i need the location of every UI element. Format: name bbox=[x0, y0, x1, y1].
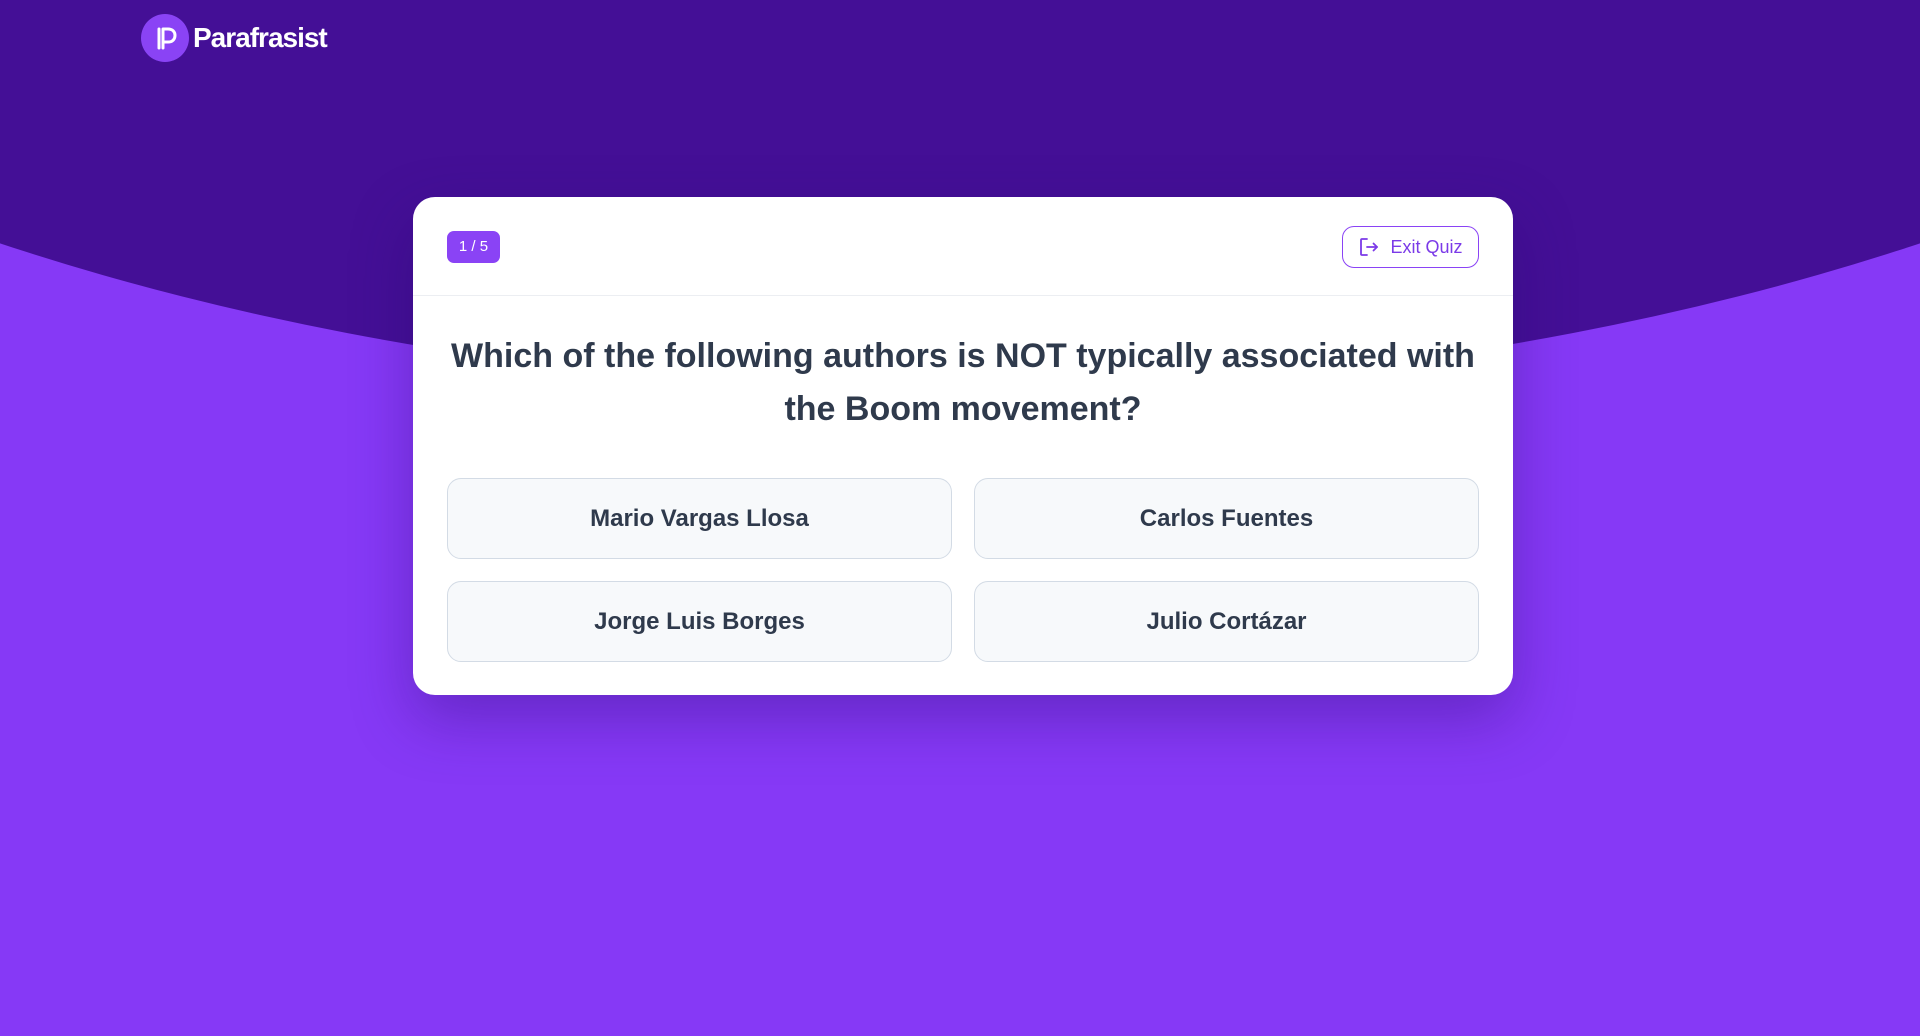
answer-option[interactable]: Carlos Fuentes bbox=[974, 478, 1479, 559]
question-text: Which of the following authors is NOT ty… bbox=[451, 337, 1475, 428]
answer-option[interactable]: Mario Vargas Llosa bbox=[447, 478, 952, 559]
parafrasist-logo-icon bbox=[141, 14, 189, 62]
brand-name: Parafrasist bbox=[193, 22, 328, 53]
brand-logo[interactable]: Parafrasist bbox=[141, 14, 328, 62]
answer-options: Mario Vargas Llosa Carlos Fuentes Jorge … bbox=[447, 478, 1479, 662]
quiz-card: 1 / 5 Exit Quiz Which of the following a… bbox=[413, 197, 1513, 695]
answer-option[interactable]: Julio Cortázar bbox=[974, 581, 1479, 662]
answer-option[interactable]: Jorge Luis Borges bbox=[447, 581, 952, 662]
question-progress-badge: 1 / 5 bbox=[447, 231, 500, 263]
exit-quiz-button[interactable]: Exit Quiz bbox=[1342, 226, 1479, 268]
quiz-card-header: 1 / 5 Exit Quiz bbox=[413, 197, 1513, 296]
exit-icon bbox=[1358, 236, 1380, 258]
exit-quiz-label: Exit Quiz bbox=[1390, 236, 1463, 257]
